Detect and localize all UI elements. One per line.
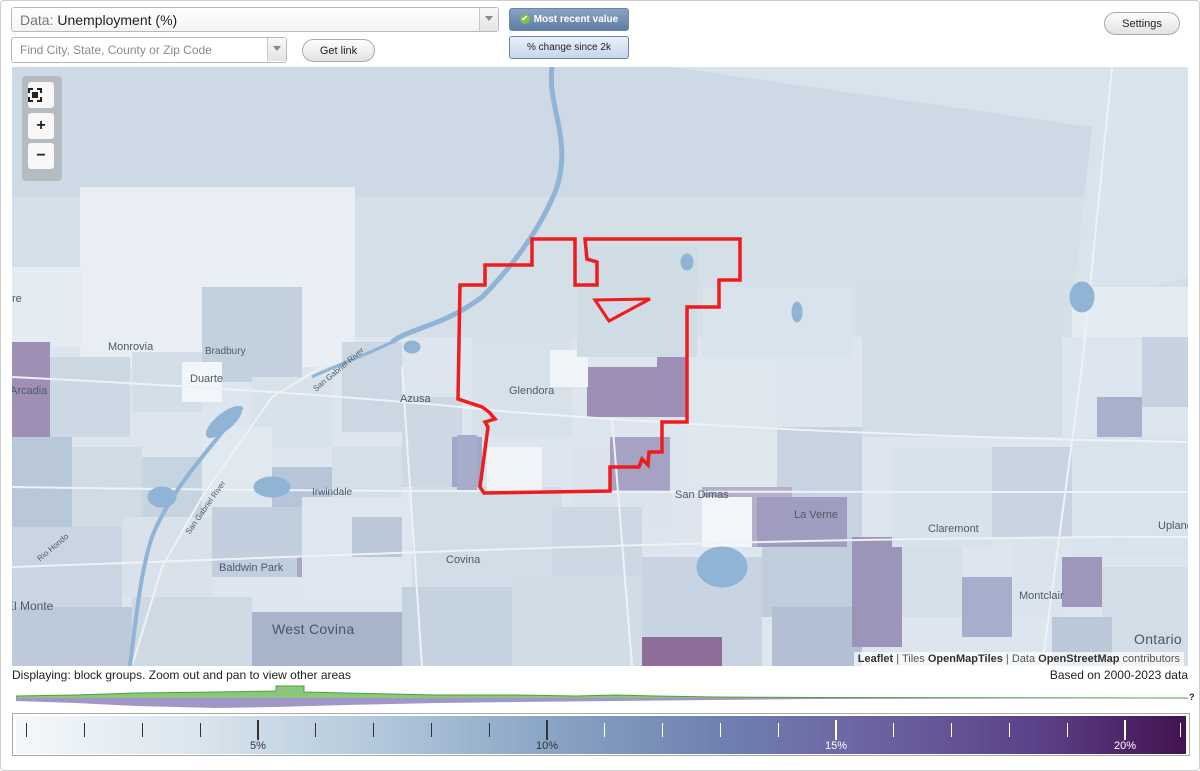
place-label-duarte: Duarte	[190, 373, 224, 385]
legend-tick	[373, 723, 374, 737]
fullscreen-button[interactable]	[28, 82, 54, 108]
legend-tick	[720, 723, 721, 737]
place-label-partial: re	[12, 293, 22, 305]
legend-tick	[315, 723, 316, 737]
color-scale-bar: 5% 10% 15% 20%	[16, 716, 1186, 754]
place-label-arcadia: Arcadia	[12, 385, 48, 397]
most-recent-value-label: Most recent value	[533, 14, 619, 25]
openmaptiles-link[interactable]: OpenMapTiles	[928, 653, 1003, 665]
legend-tick	[604, 723, 605, 737]
data-select-prefix: Data:	[20, 12, 54, 28]
chevron-down-icon	[485, 16, 493, 21]
legend-tick	[431, 723, 432, 737]
place-label-covina: Covina	[446, 554, 481, 566]
legend-tick	[1180, 723, 1181, 737]
zoom-control: + −	[22, 76, 62, 181]
place-label-monrovia: Monrovia	[108, 341, 154, 353]
place-label-west-covina: West Covina	[272, 621, 355, 637]
openstreetmap-link[interactable]: OpenStreetMap	[1038, 653, 1119, 665]
location-search-input[interactable]	[12, 38, 278, 62]
choropleth-map[interactable]: Monrovia Bradbury Duarte Arcadia Azusa G…	[12, 67, 1188, 666]
histogram-help-icon[interactable]: ?	[1189, 692, 1195, 702]
settings-button[interactable]: Settings	[1104, 12, 1180, 35]
place-label-glendora: Glendora	[509, 385, 555, 397]
chevron-down-icon	[273, 46, 281, 51]
fullscreen-icon	[28, 88, 42, 102]
displaying-status: Displaying: block groups. Zoom out and p…	[12, 668, 351, 682]
legend-tick-major	[1124, 720, 1126, 740]
legend-label-5: 5%	[250, 740, 266, 752]
legend-tick	[1009, 723, 1010, 737]
legend-tick	[84, 723, 85, 737]
zoom-in-button[interactable]: +	[28, 113, 54, 139]
legend-label-10: 10%	[535, 740, 559, 752]
location-search[interactable]	[11, 37, 287, 63]
legend-tick	[200, 723, 201, 737]
legend-tick-major	[835, 720, 837, 740]
legend-label-15: 15%	[824, 740, 848, 752]
place-label-baldwin-park: Baldwin Park	[219, 562, 284, 574]
place-label-irwindale: Irwindale	[312, 487, 353, 498]
legend-label-20: 20%	[1113, 740, 1137, 752]
data-select-value: Unemployment (%)	[57, 12, 178, 28]
legend-tick	[26, 723, 27, 737]
place-label-bradbury: Bradbury	[205, 346, 246, 357]
histogram-area-all	[16, 698, 1188, 708]
percent-change-toggle[interactable]: % change since 2k	[509, 36, 629, 59]
place-label-upland: Upland	[1158, 520, 1188, 532]
leaflet-link[interactable]: Leaflet	[858, 653, 893, 665]
zoom-out-button[interactable]: −	[28, 143, 54, 169]
check-icon: ✔	[519, 14, 530, 25]
place-label-claremont: Claremont	[928, 523, 979, 535]
legend-tick	[1067, 723, 1068, 737]
color-scale-legend: 5% 10% 15% 20%	[12, 713, 1190, 756]
place-label-san-dimas: San Dimas	[675, 489, 729, 501]
map-attribution: Leaflet | Tiles OpenMapTiles | Data Open…	[853, 652, 1184, 666]
distribution-histogram	[16, 685, 1188, 708]
place-label-azusa: Azusa	[400, 393, 431, 405]
histogram-area-highlight	[16, 685, 1188, 699]
place-label-ontario: Ontario	[1134, 631, 1183, 647]
search-dropdown-button[interactable]	[267, 38, 286, 61]
legend-tick-major	[546, 720, 548, 740]
legend-tick	[662, 723, 663, 737]
place-label-el-monte: El Monte	[12, 599, 54, 613]
map-canvas[interactable]	[12, 67, 1188, 666]
data-select-dropdown-button[interactable]	[479, 8, 498, 31]
legend-tick	[893, 723, 894, 737]
most-recent-value-toggle[interactable]: ✔ Most recent value	[509, 8, 629, 31]
place-label-montclair: Montclair	[1019, 590, 1064, 602]
data-range-note: Based on 2000-2023 data	[1049, 668, 1188, 682]
legend-tick	[778, 723, 779, 737]
legend-tick	[489, 723, 490, 737]
place-label-la-verne: La Verne	[794, 509, 839, 521]
get-link-button[interactable]: Get link	[302, 39, 375, 62]
legend-tick	[951, 723, 952, 737]
data-select[interactable]: Data: Unemployment (%)	[11, 7, 499, 32]
legend-tick-major	[257, 720, 259, 740]
legend-tick	[142, 723, 143, 737]
